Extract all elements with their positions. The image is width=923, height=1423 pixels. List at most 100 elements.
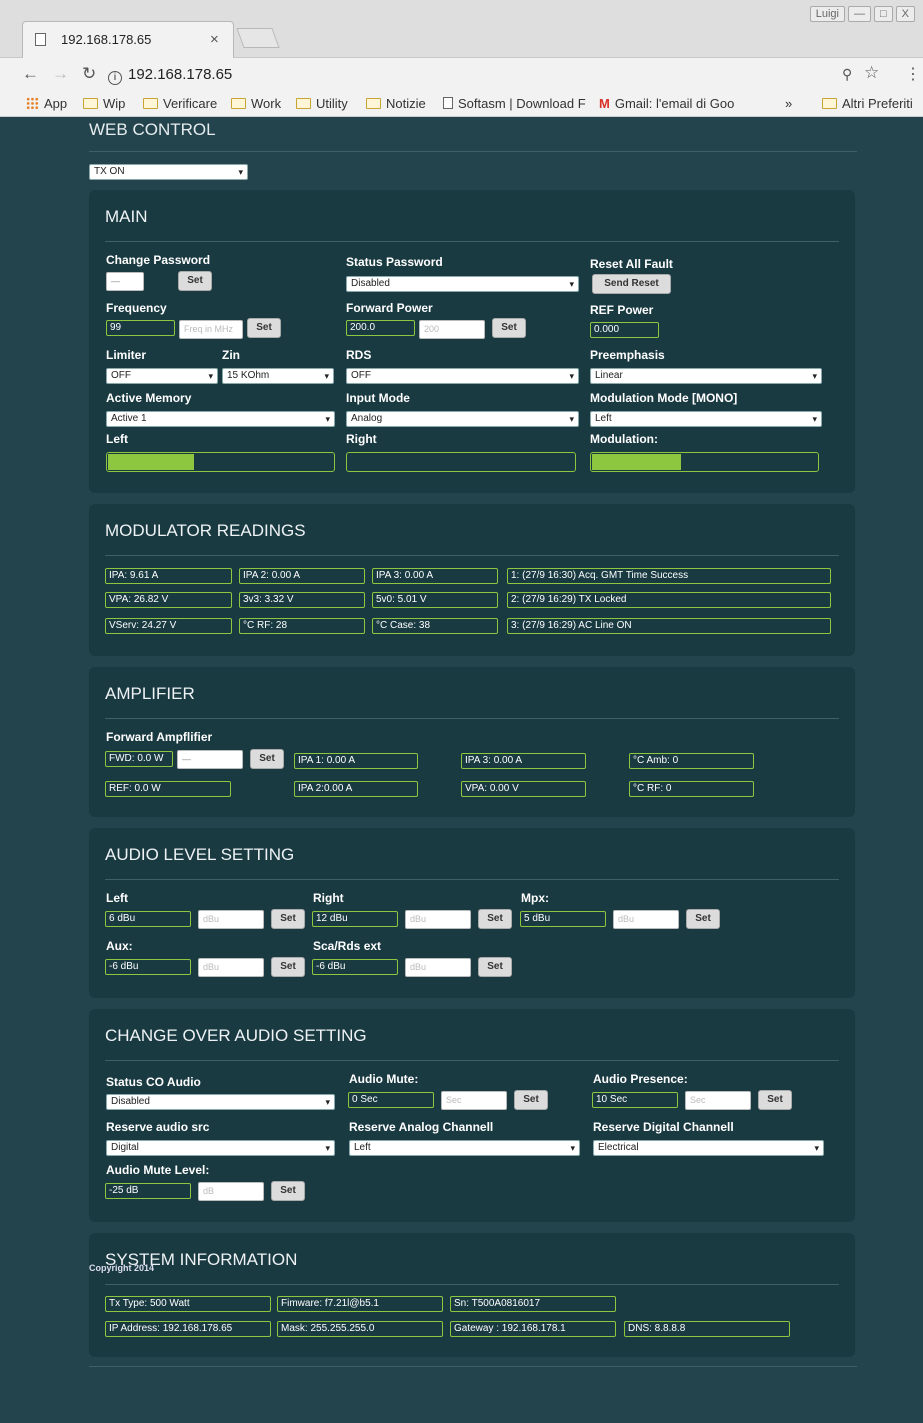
status-password-label: Status Password xyxy=(346,255,443,269)
menu-dots-icon[interactable]: ⋮ xyxy=(905,64,921,84)
forward-power-set-button[interactable]: Set xyxy=(492,318,526,338)
right-level-label: Right xyxy=(313,891,344,905)
frequency-set-button[interactable]: Set xyxy=(247,318,281,338)
left-level-meter xyxy=(106,452,335,472)
sca-level-set-button[interactable]: Set xyxy=(478,957,512,977)
bookmark-wip[interactable]: Wip xyxy=(83,96,125,111)
sca-level-input[interactable]: dBu xyxy=(405,958,471,977)
gateway-info: Gateway : 192.168.178.1 xyxy=(450,1321,616,1337)
url-text: 192.168.178.65 xyxy=(128,66,233,83)
folder-icon xyxy=(143,98,158,109)
modulation-level-meter xyxy=(590,452,819,472)
new-tab-button[interactable] xyxy=(236,28,280,48)
page-icon xyxy=(443,97,453,109)
event-log-item: 1: (27/9 16:30) Acq. GMT Time Success xyxy=(507,568,831,584)
divider xyxy=(89,151,857,152)
fwd-reading: FWD: 0.0 W xyxy=(105,751,173,767)
bookmark-utility[interactable]: Utility xyxy=(296,96,348,111)
reserve-analog-select[interactable]: Left xyxy=(349,1140,580,1156)
maximize-button[interactable]: □ xyxy=(874,6,893,22)
bookmark-work[interactable]: Work xyxy=(231,96,281,111)
right-level-input[interactable]: dBu xyxy=(405,910,471,929)
input-mode-label: Input Mode xyxy=(346,391,410,405)
browser-tab[interactable]: 192.168.178.65 × xyxy=(22,21,234,58)
limiter-label: Limiter xyxy=(106,348,147,362)
status-password-select[interactable]: Disabled xyxy=(346,276,579,292)
folder-icon xyxy=(231,98,246,109)
fwd-set-button[interactable]: Set xyxy=(250,749,284,769)
bookmark-star-icon[interactable]: ☆ xyxy=(864,63,879,83)
reading-5v0: 5v0: 5.01 V xyxy=(372,592,498,608)
bookmark-apps[interactable]: App xyxy=(26,96,67,111)
tab-strip: 192.168.178.65 × Luigi — □ X xyxy=(0,0,923,58)
change-password-input[interactable]: — xyxy=(106,272,144,291)
bookmarks-more-icon[interactable]: » xyxy=(785,96,792,111)
ip-address-info: IP Address: 192.168.178.65 xyxy=(105,1321,271,1337)
aux-level-input[interactable]: dBu xyxy=(198,958,264,977)
folder-icon xyxy=(822,98,837,109)
mute-level-set-button[interactable]: Set xyxy=(271,1181,305,1201)
modulation-mode-select[interactable]: Left xyxy=(590,411,822,427)
right-meter-label: Right xyxy=(346,432,377,446)
right-level-value: 12 dBu xyxy=(312,911,398,927)
zin-select[interactable]: 15 KOhm xyxy=(222,368,334,384)
close-window-button[interactable]: X xyxy=(895,6,915,22)
folder-icon xyxy=(83,98,98,109)
user-badge[interactable]: Luigi xyxy=(809,6,845,22)
info-icon[interactable]: i xyxy=(108,71,122,85)
apps-grid-icon xyxy=(26,97,39,110)
audio-level-panel: AUDIO LEVEL SETTING Left 6 dBu dBu Set R… xyxy=(89,828,855,998)
audio-presence-input[interactable]: Sec xyxy=(685,1091,751,1110)
audio-presence-value: 10 Sec xyxy=(592,1092,678,1108)
active-memory-select[interactable]: Active 1 xyxy=(106,411,335,427)
forward-power-input[interactable]: 200 xyxy=(419,320,485,339)
forward-arrow-icon[interactable]: → xyxy=(52,64,69,84)
forward-amplifier-label: Forward Ampflifier xyxy=(106,730,213,744)
ref-power-value: 0.000 xyxy=(590,322,659,338)
gmail-icon: M xyxy=(599,96,610,111)
tx-select[interactable]: TX ON xyxy=(89,164,248,180)
right-level-set-button[interactable]: Set xyxy=(478,909,512,929)
frequency-input[interactable]: Freq in MHz xyxy=(179,320,243,339)
frequency-value: 99 xyxy=(106,320,175,336)
audio-presence-label: Audio Presence: xyxy=(593,1072,688,1086)
left-level-input[interactable]: dBu xyxy=(198,910,264,929)
rds-select[interactable]: OFF xyxy=(346,368,579,384)
modulator-panel: MODULATOR READINGS IPA: 9.61 A VPA: 26.8… xyxy=(89,504,855,656)
input-mode-select[interactable]: Analog xyxy=(346,411,579,427)
tab-close-icon[interactable]: × xyxy=(210,31,219,48)
zoom-icon[interactable]: ⚲ xyxy=(842,66,852,83)
minimize-button[interactable]: — xyxy=(848,6,871,22)
bookmark-notizie[interactable]: Notizie xyxy=(366,96,426,111)
reserve-src-select[interactable]: Digital xyxy=(106,1140,335,1156)
limiter-select[interactable]: OFF xyxy=(106,368,218,384)
bookmark-other[interactable]: Altri Preferiti xyxy=(822,96,913,111)
preemphasis-select[interactable]: Linear xyxy=(590,368,822,384)
reload-icon[interactable]: ↻ xyxy=(82,64,96,84)
bookmark-gmail[interactable]: M Gmail: l'email di Goo xyxy=(599,96,734,111)
modulation-meter-label: Modulation: xyxy=(590,432,658,446)
back-arrow-icon[interactable]: ← xyxy=(22,64,39,84)
reserve-digital-select[interactable]: Electrical xyxy=(593,1140,824,1156)
rf-temp-reading: °C RF: 0 xyxy=(629,781,754,797)
status-co-select[interactable]: Disabled xyxy=(106,1094,335,1110)
mpx-level-input[interactable]: dBu xyxy=(613,910,679,929)
mpx-level-label: Mpx: xyxy=(521,891,549,905)
audio-mute-set-button[interactable]: Set xyxy=(514,1090,548,1110)
send-reset-button[interactable]: Send Reset xyxy=(592,274,671,294)
bookmark-verificare[interactable]: Verificare xyxy=(143,96,217,111)
fwd-input[interactable]: — xyxy=(177,750,243,769)
mute-level-input[interactable]: dB xyxy=(198,1182,264,1201)
audio-mute-input[interactable]: Sec xyxy=(441,1091,507,1110)
ref-reading: REF: 0.0 W xyxy=(105,781,231,797)
right-level-meter xyxy=(346,452,576,472)
folder-icon xyxy=(366,98,381,109)
zin-label: Zin xyxy=(222,348,240,362)
aux-level-set-button[interactable]: Set xyxy=(271,957,305,977)
left-level-set-button[interactable]: Set xyxy=(271,909,305,929)
mpx-level-set-button[interactable]: Set xyxy=(686,909,720,929)
bookmark-softasm[interactable]: Softasm | Download F xyxy=(443,96,586,111)
audio-presence-set-button[interactable]: Set xyxy=(758,1090,792,1110)
change-password-set-button[interactable]: Set xyxy=(178,271,212,291)
url-field[interactable]: i 192.168.178.65 xyxy=(108,63,884,88)
